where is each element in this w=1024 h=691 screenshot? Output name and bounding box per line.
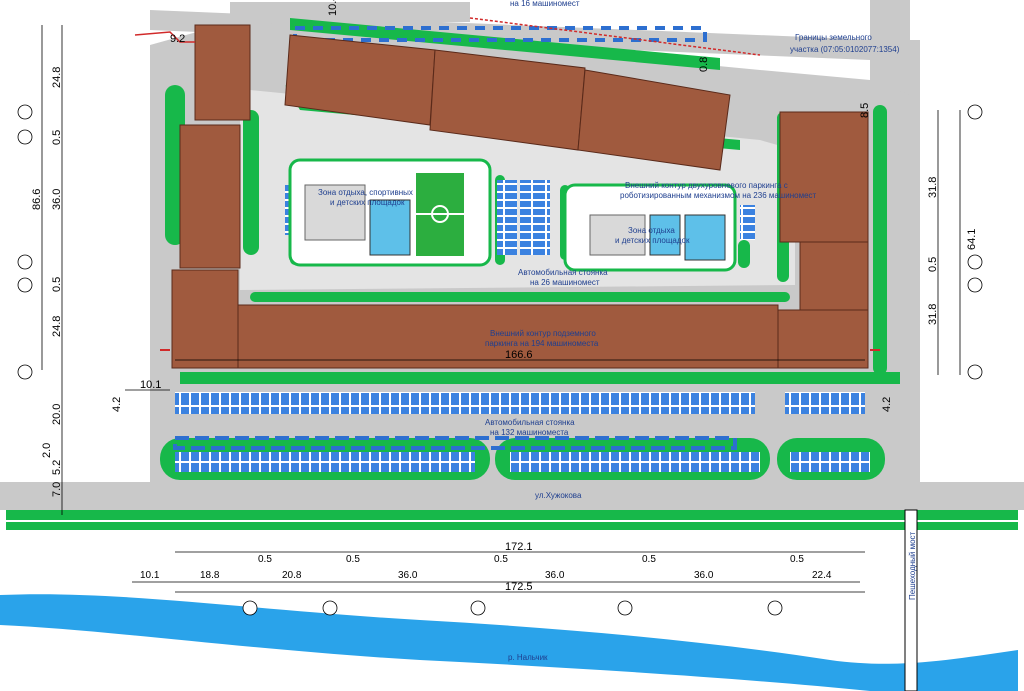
dim-left-2: 0.5: [51, 130, 63, 145]
label-parking-26-1: Автомобильная стоянка: [518, 268, 608, 277]
label-parking-16: на 16 машиномест: [510, 0, 580, 8]
label-zone-kids-1: Зона отдыха: [628, 226, 675, 235]
dim-bottom-5: 0.5: [346, 554, 360, 565]
dim-left-8: 4.2: [111, 397, 123, 412]
label-parking-132-2: на 132 машиноместа: [490, 428, 569, 437]
dim-left-7: 20.0: [51, 404, 63, 425]
dim-left-3: 36.0: [51, 189, 63, 210]
label-parking-26-2: на 26 машиномест: [530, 278, 600, 287]
dim-left-1: 24.8: [51, 67, 63, 88]
dim-left-5: 0.5: [51, 277, 63, 292]
dim-bottom-6: 36.0: [398, 570, 418, 581]
label-zone-sport-1: Зона отдыха, спортивных: [318, 188, 413, 197]
dim-top-2: 10.4: [327, 0, 339, 16]
dim-left-4: 86.6: [31, 189, 43, 210]
dim-bottom-10: 36.0: [694, 570, 714, 581]
dim-right-2: 31.8: [927, 177, 939, 198]
dim-right-6: 4.2: [881, 397, 893, 412]
dim-right-1: 8.5: [859, 103, 871, 118]
dim-bottom-2: 18.8: [200, 570, 220, 581]
dim-total-2: 172.5: [505, 581, 533, 593]
site-plan: на 16 машиномест Границы земельного учас…: [0, 0, 1024, 691]
site-plan-drawing: на 16 машиномест Границы земельного учас…: [0, 0, 1024, 691]
label-garage-under-1: Внешний контур подземного: [490, 329, 596, 338]
dim-right-4: 64.1: [966, 229, 978, 250]
dim-top-3: 0.8: [698, 57, 710, 72]
dim-bottom-4: 20.8: [282, 570, 302, 581]
dim-left-10: 5.2: [51, 460, 63, 475]
dim-top-1: 9.2: [170, 33, 185, 45]
dim-bottom-12: 22.4: [812, 570, 832, 581]
label-land-boundary-2: участка (07:05:0102077:1354): [790, 45, 900, 54]
label-bridge: Пешеходный мост: [908, 531, 917, 600]
label-zone-kids-2: и детских площадок: [615, 236, 690, 245]
label-zone-sport-2: и детских площадок: [330, 198, 405, 207]
label-street: ул.Хужокова: [535, 491, 582, 500]
river: [0, 594, 1018, 691]
dim-left-6: 24.8: [51, 316, 63, 337]
dim-bottom-1: 10.1: [140, 570, 160, 581]
label-land-boundary-1: Границы земельного: [795, 33, 872, 42]
dim-main: 166.6: [505, 349, 533, 361]
dim-bottom-8: 36.0: [545, 570, 565, 581]
dim-left-9: 2.0: [41, 443, 53, 458]
dim-right-3: 0.5: [927, 257, 939, 272]
dim-bottom-7: 0.5: [494, 554, 508, 565]
dim-right-5: 31.8: [927, 304, 939, 325]
dim-left-offset: 10.1: [140, 379, 161, 391]
label-river: р. Нальчик: [508, 653, 548, 662]
dim-total-1: 172.1: [505, 541, 533, 553]
dim-left-11: 7.0: [51, 482, 63, 497]
label-garage-outline-1: Внешний контур двухуровневого паркинга с: [625, 181, 788, 190]
dim-bottom-3: 0.5: [258, 554, 272, 565]
label-parking-132-1: Автомобильная стоянка: [485, 418, 575, 427]
label-garage-outline-2: роботизированным механизмом на 236 машин…: [620, 191, 817, 200]
label-garage-under-2: паркинга на 194 машиноместа: [485, 339, 599, 348]
dim-bottom-9: 0.5: [642, 554, 656, 565]
dim-bottom-11: 0.5: [790, 554, 804, 565]
